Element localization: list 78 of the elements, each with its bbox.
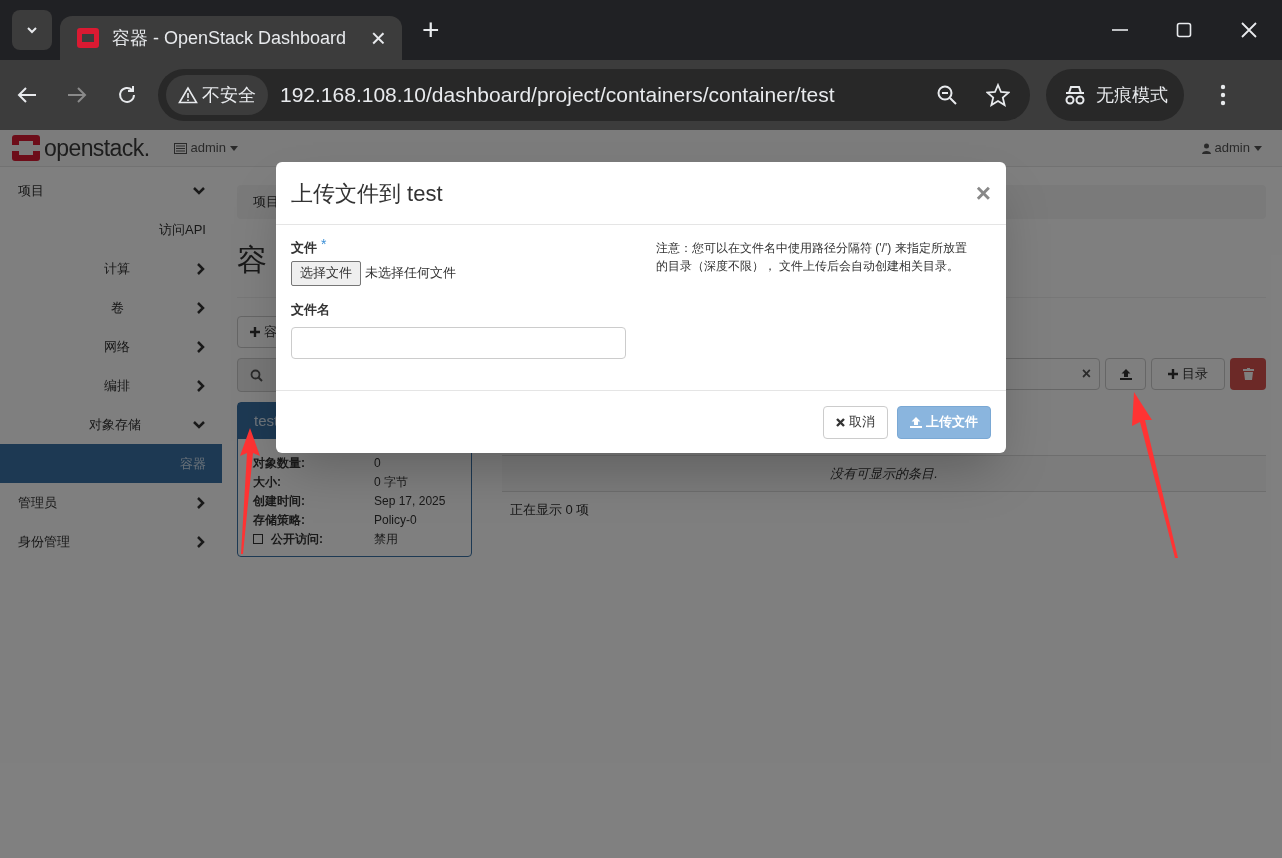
security-chip[interactable]: 不安全 [166, 75, 268, 115]
list-icon [173, 142, 187, 154]
breadcrumb[interactable]: 项目 [253, 192, 279, 212]
search-icon [250, 368, 263, 382]
detail-value: 禁用 [374, 530, 398, 548]
detail-label: 存储策略: [253, 511, 305, 529]
logo-text: openstack. [44, 133, 150, 163]
sidebar-item[interactable]: 卷 [0, 288, 222, 327]
caret-icon [1254, 145, 1262, 151]
cancel-button[interactable]: 取消 [823, 405, 888, 439]
dialog-title: 上传文件到 test [291, 179, 444, 208]
delete-button[interactable] [1230, 358, 1266, 390]
menu-icon [1220, 84, 1226, 106]
checkbox[interactable] [253, 533, 263, 544]
detail-label: 大小: [253, 473, 281, 491]
chevron-right-icon [196, 495, 206, 510]
choose-file-button[interactable]: 选择文件 [291, 260, 361, 286]
folder-button[interactable]: 目录 [1151, 358, 1225, 390]
caret-icon [229, 145, 238, 151]
no-file-text: 未选择任何文件 [365, 264, 456, 283]
detail-value: 0 [374, 454, 381, 472]
user-menu[interactable]: admin [1201, 138, 1262, 158]
chevron-right-icon [196, 300, 206, 315]
star-icon [986, 83, 1010, 107]
reload-icon [116, 84, 138, 106]
project-menu[interactable]: admin [173, 138, 238, 158]
chevron-right-icon [196, 261, 206, 276]
tab-title: 容器 - OpenStack Dashboard [112, 26, 348, 50]
openstack-logo-icon [12, 135, 40, 161]
chevron-right-icon [196, 534, 206, 549]
upload-button[interactable] [1105, 358, 1146, 390]
sidebar-item[interactable]: 容器 [0, 444, 222, 483]
chevron-down-icon [192, 185, 206, 196]
chevron-right-icon [196, 378, 206, 393]
sidebar-item[interactable]: 对象存储 [0, 405, 222, 444]
upload-icon [910, 416, 922, 428]
sidebar-item[interactable]: 编排 [0, 366, 222, 405]
sidebar-item[interactable]: 访问API [0, 210, 222, 249]
maximize-icon [1176, 22, 1192, 38]
detail-label: 对象数量: [253, 454, 305, 472]
detail-label: 创建时间: [253, 492, 305, 510]
detail-label: 公开访问: [271, 530, 323, 548]
sidebar-item[interactable]: 计算 [0, 249, 222, 288]
help-note: 注意：您可以在文件名中使用路径分隔符 ('/') 来指定所放置的目录（深度不限）， 文件上传后会自动创建相关目录。 [656, 240, 968, 275]
tab-close-button[interactable]: × [370, 25, 386, 51]
user-icon [1201, 142, 1211, 154]
chevron-right-icon [196, 339, 206, 354]
field-label: 文件 [291, 239, 317, 257]
clear-search-button[interactable]: × [1081, 362, 1091, 386]
sidebar-item[interactable]: 身份管理 [0, 522, 222, 561]
upload-icon [1119, 368, 1132, 380]
zoom-icon [936, 84, 958, 106]
browser-tab[interactable]: 容器 - OpenStack Dashboard × [60, 16, 402, 60]
close-icon [836, 417, 845, 427]
url-text[interactable]: 192.168.108.10/dashboard/project/containers/container/test [280, 79, 924, 111]
detail-value: Sep 17, 2025 [374, 492, 446, 510]
trash-icon [1242, 368, 1254, 380]
close-icon [1240, 21, 1258, 39]
plus-icon [1168, 369, 1178, 379]
plus-icon [250, 327, 260, 337]
chevron-down-icon [192, 419, 206, 430]
sidebar-item[interactable]: 网络 [0, 327, 222, 366]
detail-value: 0 字节 [374, 473, 408, 491]
warning-icon [178, 86, 198, 104]
filename-field[interactable] [291, 327, 626, 359]
incognito-button[interactable]: 无痕模式 [1046, 69, 1184, 121]
close-button[interactable]: × [975, 180, 991, 206]
openstack-logo-icon [76, 27, 100, 49]
empty-message: 没有可显示的条目. [830, 464, 938, 483]
required-mark: * [321, 235, 327, 254]
new-tab-button[interactable]: + [422, 15, 440, 45]
minimize-icon [1112, 29, 1128, 31]
item-count: 正在显示 0 项 [509, 501, 591, 519]
detail-value: Policy-0 [374, 511, 417, 529]
tab-list-button[interactable] [12, 10, 52, 50]
sidebar-item[interactable]: 管理员 [0, 483, 222, 522]
sidebar-item[interactable]: 项目 [0, 171, 222, 210]
field-label: 文件名 [291, 300, 331, 319]
